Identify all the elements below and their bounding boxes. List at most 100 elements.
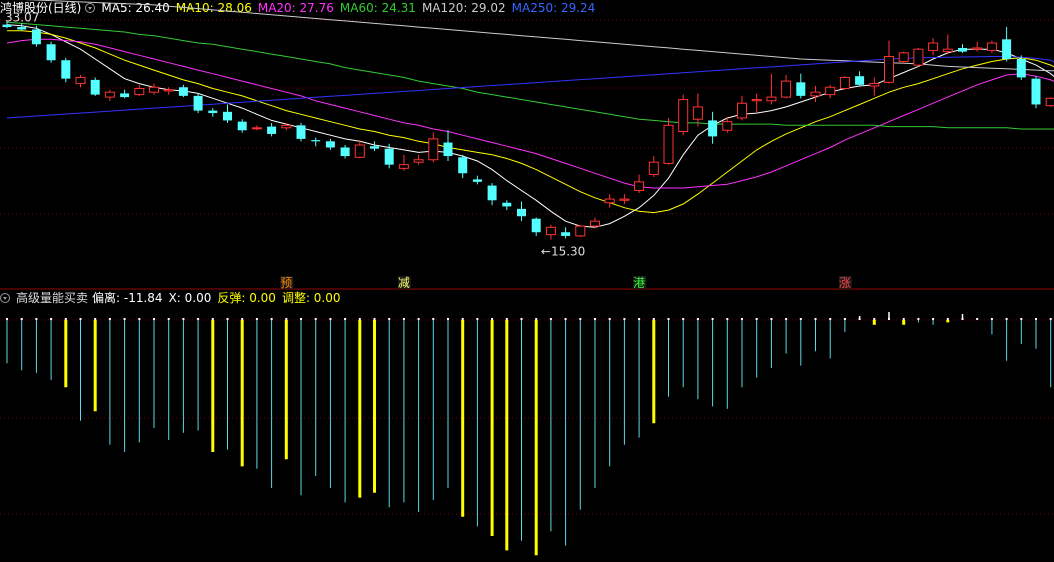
indicator-dot (373, 318, 376, 320)
candle-body (251, 127, 262, 130)
candle-body (928, 42, 939, 51)
candle-body (722, 121, 733, 131)
candle-body (1002, 39, 1012, 59)
candle-body (692, 106, 703, 120)
indicator-dot (226, 318, 229, 320)
indicator-dot (564, 318, 567, 320)
indicator-dot (682, 318, 685, 320)
indicator-dot (667, 318, 670, 320)
indicator-dot (829, 318, 832, 320)
candle-body (502, 202, 512, 207)
candle-body (472, 179, 482, 182)
candle-body (810, 91, 821, 97)
candle-body (1031, 78, 1041, 105)
candle-body (281, 124, 292, 129)
candle-body (223, 111, 232, 121)
indicator-dot (696, 318, 699, 320)
candle-body (884, 56, 894, 83)
indicator-dot (108, 318, 111, 320)
candle-body (913, 48, 924, 66)
indicator-dot (888, 318, 890, 320)
candle-body (986, 42, 997, 51)
indicator-dot (638, 318, 641, 320)
indicator-dot (755, 318, 758, 320)
indicator-dot (153, 318, 155, 320)
indicator-dot (197, 318, 200, 320)
indicator-dot (255, 318, 258, 320)
kline-chart[interactable]: 33.07 ←15.30 预 减 港 涨 (0, 0, 1054, 562)
indicator-dot (388, 318, 391, 320)
indicator-dot (35, 318, 38, 320)
candle-body (781, 80, 792, 98)
candle-body (517, 208, 526, 217)
candle-body (737, 102, 747, 119)
indicator-dot (491, 318, 494, 320)
indicator-dot (711, 318, 714, 320)
indicator-dot (785, 318, 788, 320)
indicator-dot (20, 318, 23, 320)
indicator-dot (241, 318, 244, 320)
candle-body (869, 83, 880, 87)
indicator-dot (741, 318, 743, 320)
candle-body (972, 47, 983, 50)
candle-body (1016, 59, 1026, 78)
indicator-dot (917, 318, 920, 320)
candle-body (325, 141, 335, 148)
indicator-dot (182, 318, 185, 320)
indicator-dot (976, 318, 979, 320)
candle-body (619, 198, 630, 201)
price-annotation: ←15.30 (541, 245, 585, 259)
indicator-dot (932, 318, 935, 320)
indicator-dot (990, 318, 993, 320)
signal-label: 预 (280, 276, 292, 290)
candle-body (413, 159, 424, 163)
candle-body (75, 76, 86, 85)
candle-body (267, 126, 277, 134)
candle-body (104, 91, 115, 98)
indicator-dot (64, 318, 67, 320)
ma-line-ma10 (7, 30, 1054, 214)
candle-body (604, 198, 615, 204)
candle-body (370, 146, 379, 149)
candle-body (428, 138, 439, 161)
candle-body (531, 218, 541, 233)
indicator-dot (50, 318, 53, 320)
indicator-dot (417, 318, 420, 320)
candle-body (134, 87, 145, 96)
candle-body (796, 82, 806, 96)
indicator-dot (623, 318, 626, 320)
indicator-dot (535, 318, 538, 320)
candle-body (1045, 97, 1054, 107)
candle-body (90, 79, 100, 95)
candle-body (839, 76, 850, 89)
candle-body (634, 181, 645, 191)
ma-line-ma5 (6, 24, 1054, 228)
candle-body (575, 225, 586, 237)
candle-body (61, 60, 71, 79)
indicator-dot (858, 318, 861, 320)
indicator-dot (608, 318, 611, 320)
candle-body (208, 110, 218, 114)
indicator-dot (138, 318, 141, 320)
candle-body (663, 124, 674, 164)
indicator-dot (946, 318, 949, 320)
signal-label: 减 (398, 276, 410, 290)
indicator-dot (770, 318, 773, 320)
indicator-dot (329, 318, 332, 320)
candle-body (398, 164, 409, 169)
candle-body (855, 76, 865, 85)
candle-body (545, 226, 556, 236)
indicator-dot (799, 318, 802, 320)
indicator-dot (1049, 318, 1052, 320)
indicator-dot (358, 318, 361, 320)
indicator-dot (1020, 318, 1023, 320)
indicator-dot (505, 318, 508, 320)
candle-body (17, 27, 27, 30)
indicator-dot (314, 318, 317, 320)
candle-body (178, 87, 188, 96)
candle-body (2, 24, 12, 28)
indicator-dot (594, 318, 596, 320)
indicator-dot (1035, 318, 1037, 320)
ma-line-ma250 (6, 56, 1054, 119)
candle-body (163, 89, 174, 92)
